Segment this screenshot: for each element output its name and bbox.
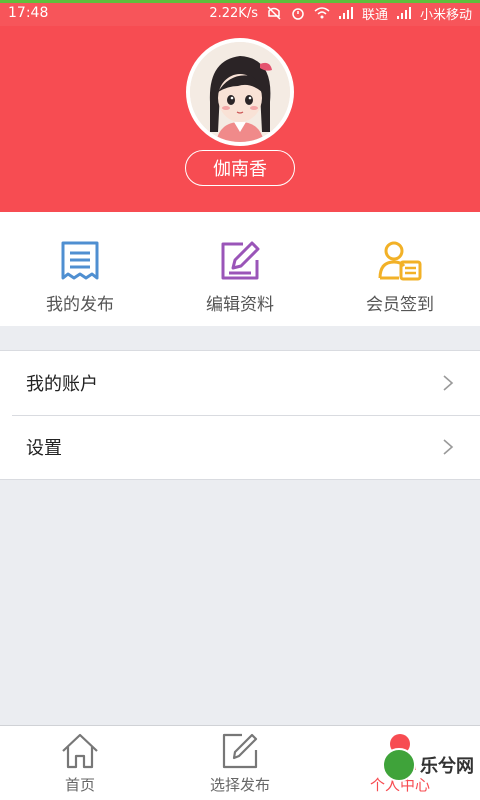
menu-item-label: 设置 xyxy=(26,438,62,459)
home-icon xyxy=(62,733,98,769)
signal-icon xyxy=(338,6,354,20)
alarm-icon xyxy=(290,6,306,20)
avatar[interactable] xyxy=(186,38,294,146)
network-speed: 2.22K/s xyxy=(209,5,258,21)
watermark-logo-icon xyxy=(382,748,416,782)
quick-action-label: 会员签到 xyxy=(366,295,434,315)
tab-label: 首页 xyxy=(64,776,95,794)
quick-action-label: 编辑资料 xyxy=(206,295,274,315)
status-right: 2.22K/s 联通 小米移动 xyxy=(209,4,472,23)
tab-publish[interactable]: 选择发布 xyxy=(160,726,320,800)
quick-action-edit-profile[interactable]: 编辑资料 xyxy=(160,212,320,326)
carrier-2: 小米移动 xyxy=(419,7,472,23)
chevron-right-icon xyxy=(443,439,454,455)
member-checkin-icon xyxy=(378,241,422,281)
quick-actions: 我的发布 编辑资料 会员签到 xyxy=(0,212,480,326)
profile-header: 伽南香 xyxy=(0,26,480,212)
edit-icon xyxy=(221,241,260,280)
chevron-right-icon xyxy=(443,375,454,391)
quick-action-my-posts[interactable]: 我的发布 xyxy=(0,212,160,326)
username-button[interactable]: 伽南香 xyxy=(185,150,295,186)
wifi-icon xyxy=(314,6,330,20)
receipt-icon xyxy=(61,241,99,280)
signal-icon-2 xyxy=(396,6,412,20)
edit-square-icon xyxy=(222,733,258,769)
avatar-illustration xyxy=(190,42,290,142)
menu-item-label: 我的账户 xyxy=(26,374,98,395)
status-time: 17:48 xyxy=(8,5,49,21)
tab-home[interactable]: 首页 xyxy=(0,726,160,800)
status-bar: 17:48 2.22K/s 联通 小米移动 xyxy=(0,0,480,26)
watermark: 乐兮网 xyxy=(382,748,474,782)
settings-menu: 我的账户 设置 xyxy=(0,350,480,480)
watermark-text: 乐兮网 xyxy=(420,756,474,777)
menu-item-settings[interactable]: 设置 xyxy=(0,415,480,479)
tab-label: 选择发布 xyxy=(209,776,270,794)
menu-item-my-account[interactable]: 我的账户 xyxy=(0,351,480,415)
status-progress-line xyxy=(0,0,480,3)
carrier-1: 联通 xyxy=(361,7,388,23)
quick-action-label: 我的发布 xyxy=(46,295,114,315)
mute-icon xyxy=(266,6,282,20)
quick-action-member-checkin[interactable]: 会员签到 xyxy=(320,212,480,326)
